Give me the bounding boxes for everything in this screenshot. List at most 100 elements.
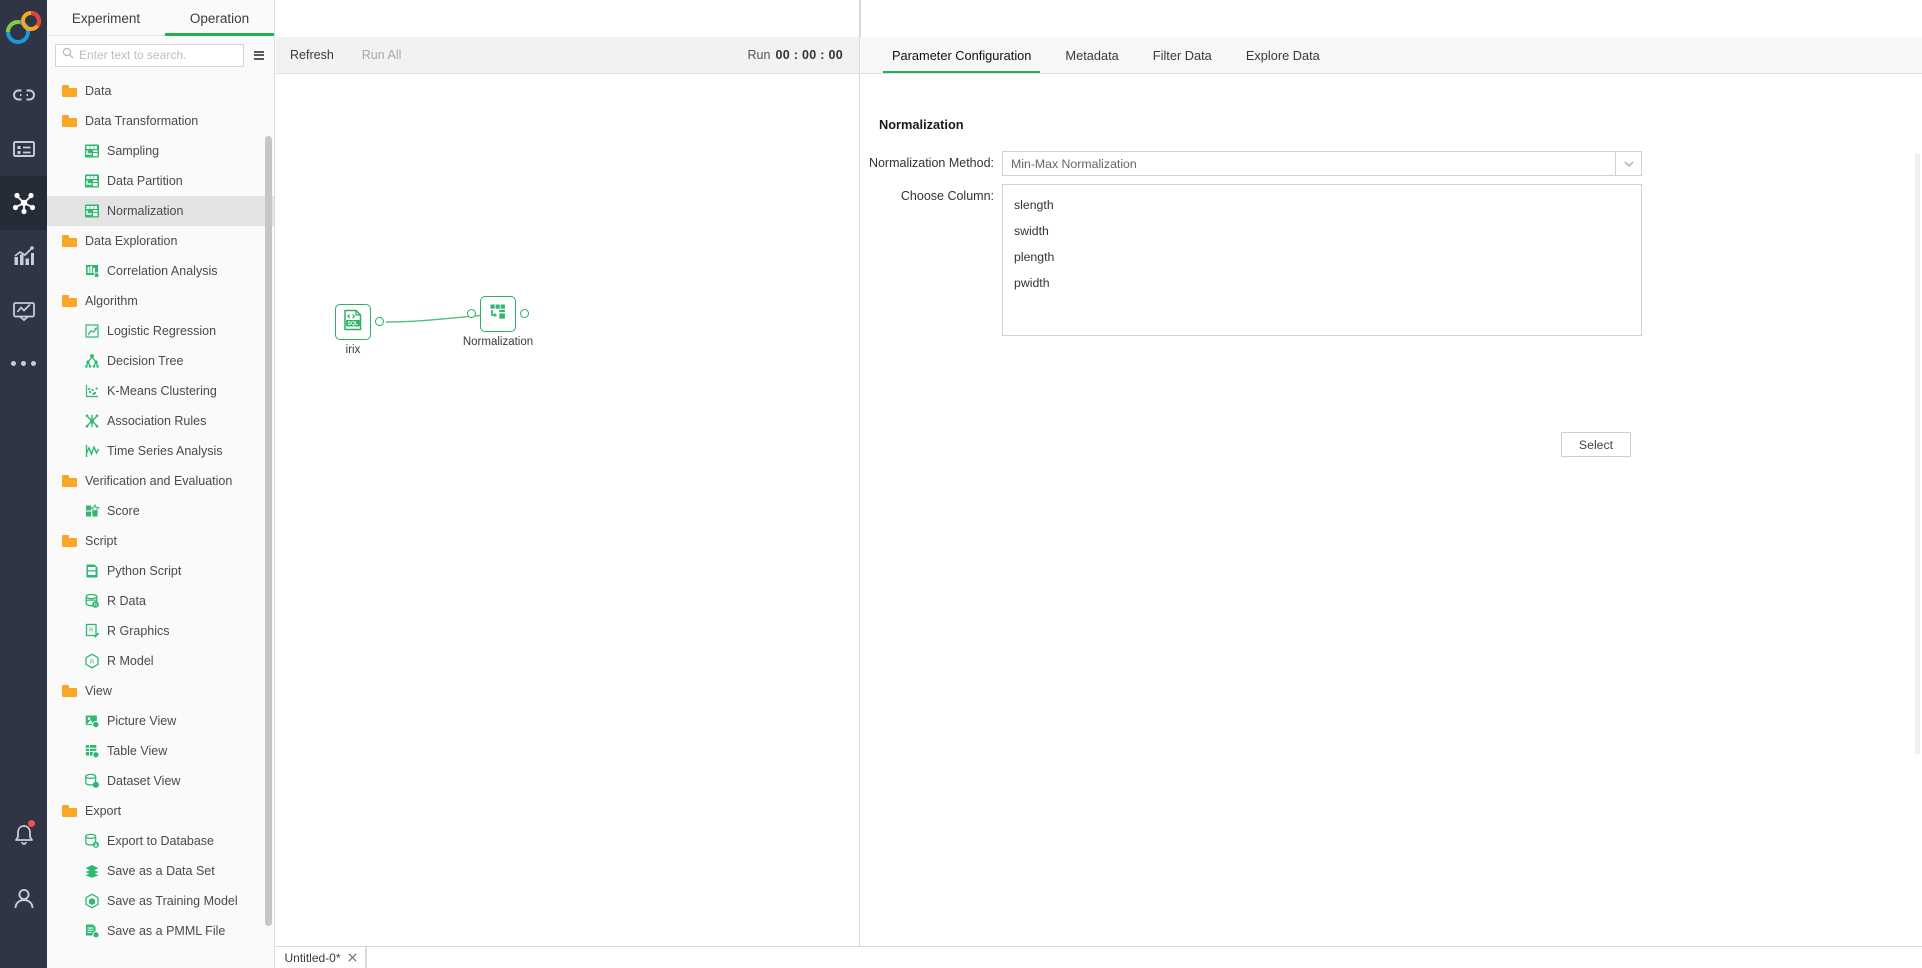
tree-group-algorithm[interactable]: Algorithm: [47, 286, 274, 316]
search-input[interactable]: Enter text to search.: [55, 43, 244, 67]
tree-item-label: K-Means Clustering: [107, 384, 217, 398]
normalization-method-row: Normalization Method: Min-Max Normalizat…: [861, 151, 1661, 176]
document-tab-untitled-0[interactable]: Untitled-0*: [276, 947, 366, 968]
tree-item-r-data[interactable]: R R Data: [47, 586, 274, 616]
tree-item-label: R Data: [107, 594, 146, 608]
tree-group-data[interactable]: Data: [47, 76, 274, 106]
tree-item-logistic-regression[interactable]: Logistic Regression: [47, 316, 274, 346]
node-output-port[interactable]: [520, 309, 529, 318]
run-timer-value: 00 : 00 : 00: [775, 48, 843, 62]
tree-item-save-as-data-set[interactable]: Save as a Data Set: [47, 856, 274, 886]
tab-parameter-configuration[interactable]: Parameter Configuration: [875, 37, 1048, 73]
document-tab-label: Untitled-0*: [284, 950, 341, 965]
dot-2: [21, 360, 26, 366]
rail-item-workflow[interactable]: [0, 176, 47, 230]
tree-group-verification-and-evaluation[interactable]: Verification and Evaluation: [47, 466, 274, 496]
tree-item-label: Python Script: [107, 564, 182, 578]
tab-explore-data[interactable]: Explore Data: [1229, 37, 1337, 73]
tree-item-dataset-view[interactable]: Dataset View: [47, 766, 274, 796]
column-list-item[interactable]: pwidth: [1003, 270, 1641, 296]
save-pmml-icon: [83, 923, 100, 940]
normalization-method-value: Min-Max Normalization: [1011, 156, 1137, 171]
tree-item-decision-tree[interactable]: Decision Tree: [47, 346, 274, 376]
normalization-method-select[interactable]: Min-Max Normalization: [1002, 151, 1642, 176]
tab-filter-data[interactable]: Filter Data: [1136, 37, 1229, 73]
tree-item-time-series-analysis[interactable]: Time Series Analysis: [47, 436, 274, 466]
choose-column-list[interactable]: slength swidth plength pwidth: [1002, 184, 1642, 336]
tree-item-label: Decision Tree: [107, 354, 184, 368]
tab-metadata[interactable]: Metadata: [1048, 37, 1135, 73]
workflow-node-irix[interactable]: SQL irix: [335, 304, 384, 356]
tree-item-association-rules[interactable]: Association Rules: [47, 406, 274, 436]
tree-item-table-view[interactable]: Table View: [47, 736, 274, 766]
rail-item-notifications[interactable]: [0, 808, 47, 862]
column-list-item[interactable]: plength: [1003, 244, 1641, 270]
rail-item-link[interactable]: [0, 68, 47, 122]
folder-icon: [61, 533, 78, 550]
rail-item-report[interactable]: [0, 284, 47, 338]
left-panel: Experiment Operation Enter text to searc…: [47, 0, 275, 968]
tree-item-kmeans-clustering[interactable]: K-Means Clustering: [47, 376, 274, 406]
tree-group-data-transformation[interactable]: Data Transformation: [47, 106, 274, 136]
tree-group-data-exploration[interactable]: Data Exploration: [47, 226, 274, 256]
tree-item-correlation-analysis[interactable]: Correlation Analysis: [47, 256, 274, 286]
tree-item-label: Correlation Analysis: [107, 264, 218, 278]
select-button[interactable]: Select: [1561, 432, 1631, 457]
tree-item-label: Verification and Evaluation: [85, 474, 233, 488]
tree-scrollbar-thumb[interactable]: [265, 136, 272, 926]
node-box[interactable]: [467, 296, 529, 332]
tree-item-score[interactable]: Score: [47, 496, 274, 526]
picture-view-icon: [83, 713, 100, 730]
chevron-down-icon[interactable]: [1615, 152, 1641, 175]
tree-item-picture-view[interactable]: Picture View: [47, 706, 274, 736]
rail-item-list[interactable]: [0, 122, 47, 176]
tree-item-label: Sampling: [107, 144, 160, 158]
node-box[interactable]: SQL: [335, 304, 384, 340]
workflow-edge: [385, 313, 517, 323]
tree-item-label: Save as a Data Set: [107, 864, 215, 878]
tree-item-export-to-database[interactable]: Export to Database: [47, 826, 274, 856]
run-all-button[interactable]: Run All: [362, 48, 402, 62]
tree-item-sampling[interactable]: Sampling: [47, 136, 274, 166]
workflow-canvas[interactable]: SQL irix Normalization: [276, 74, 859, 968]
tree-item-label: Dataset View: [107, 774, 181, 788]
tab-experiment[interactable]: Experiment: [47, 0, 165, 36]
transform-table-icon: [83, 173, 100, 190]
association-star-icon: [83, 413, 100, 430]
scatter-cluster-icon: [83, 383, 100, 400]
tree-item-data-partition[interactable]: Data Partition: [47, 166, 274, 196]
workflow-node-normalization[interactable]: Normalization: [463, 296, 533, 348]
tree-item-r-graphics[interactable]: R R Graphics: [47, 616, 274, 646]
bottom-tab-bar: Untitled-0*: [276, 946, 1922, 968]
correlation-bars-icon: [83, 263, 100, 280]
tree-item-label: Save as Training Model: [107, 894, 238, 908]
decision-tree-icon: [83, 353, 100, 370]
tab-operation[interactable]: Operation: [165, 0, 275, 36]
close-icon[interactable]: [347, 951, 357, 965]
list-options-icon[interactable]: [250, 45, 268, 65]
tree-item-label: Time Series Analysis: [107, 444, 223, 458]
node-input-port[interactable]: [467, 309, 476, 318]
node-output-port[interactable]: [375, 317, 384, 326]
run-timer: Run 00 : 00 : 00: [748, 48, 843, 62]
tree-item-normalization[interactable]: Normalization: [47, 196, 274, 226]
refresh-button[interactable]: Refresh: [290, 48, 334, 62]
tree-item-label: Export: [85, 804, 122, 818]
tree-item-python-script[interactable]: Python Script: [47, 556, 274, 586]
rail-item-more[interactable]: [0, 338, 47, 388]
tree-group-export[interactable]: Export: [47, 796, 274, 826]
column-list-item[interactable]: slength: [1003, 192, 1641, 218]
tree-item-save-as-pmml-file[interactable]: Save as a PMML File: [47, 916, 274, 946]
tree-item-save-as-training-model[interactable]: Save as Training Model: [47, 886, 274, 916]
right-panel-scrollbar[interactable]: [1915, 154, 1920, 754]
tree-item-r-model[interactable]: R R Model: [47, 646, 274, 676]
rail-item-account[interactable]: [0, 872, 47, 926]
tree-item-label: R Graphics: [107, 624, 170, 638]
rail-item-analytics[interactable]: [0, 230, 47, 284]
column-list-item[interactable]: swidth: [1003, 218, 1641, 244]
tree-group-script[interactable]: Script: [47, 526, 274, 556]
tree-group-view[interactable]: View: [47, 676, 274, 706]
r-database-icon: R: [83, 593, 100, 610]
node-label: Normalization: [462, 336, 534, 348]
parameter-configuration-form: Normalization Normalization Method: Min-…: [861, 74, 1922, 948]
